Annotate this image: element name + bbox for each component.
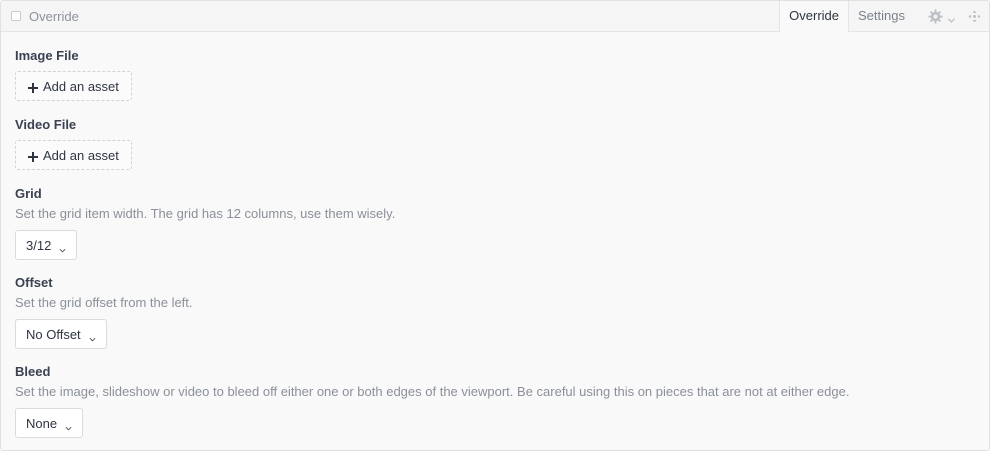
tab-override[interactable]: Override <box>779 1 850 32</box>
grid-select[interactable]: 3/12 <box>15 230 78 260</box>
gear-icon[interactable] <box>928 8 943 24</box>
bleed-help: Set the image, slideshow or video to ble… <box>15 384 850 399</box>
grid-field: Grid Set the grid item width. The grid h… <box>15 186 395 260</box>
block-header-left: Override <box>11 1 79 31</box>
image-file-field: Image File Add an asset <box>15 48 132 101</box>
content-block: Override Override Settings Image File Ad… <box>0 0 990 451</box>
block-header: Override Override Settings <box>1 1 989 32</box>
plus-icon <box>28 150 38 162</box>
bleed-field: Bleed Set the image, slideshow or video … <box>15 364 849 438</box>
offset-select-value: No Offset <box>26 326 81 342</box>
video-file-label: Video File <box>15 117 77 132</box>
video-file-field: Video File Add an asset <box>15 117 132 170</box>
chevron-down-icon[interactable] <box>947 12 956 23</box>
image-file-label: Image File <box>15 48 79 63</box>
bleed-select[interactable]: None <box>15 408 84 438</box>
add-image-asset-button[interactable]: Add an asset <box>15 71 132 101</box>
add-video-asset-label: Add an asset <box>43 147 119 163</box>
block-tabs: Override Settings <box>779 1 989 32</box>
move-icon[interactable] <box>968 9 981 23</box>
chevron-down-icon <box>89 331 96 342</box>
plus-icon <box>28 81 38 93</box>
offset-field: Offset Set the grid offset from the left… <box>15 275 193 349</box>
bleed-label: Bleed <box>15 364 51 379</box>
chevron-down-icon <box>59 242 66 253</box>
block-actions <box>914 1 989 31</box>
grid-label: Grid <box>15 186 42 201</box>
grid-select-value: 3/12 <box>26 237 52 253</box>
block-title: Override <box>29 8 79 24</box>
add-video-asset-button[interactable]: Add an asset <box>15 140 132 170</box>
add-image-asset-label: Add an asset <box>43 78 119 94</box>
select-checkbox[interactable] <box>11 11 21 21</box>
chevron-down-icon <box>65 420 72 431</box>
tab-settings[interactable]: Settings <box>849 1 914 31</box>
bleed-select-value: None <box>26 415 58 431</box>
offset-select[interactable]: No Offset <box>15 319 107 349</box>
offset-label: Offset <box>15 275 53 290</box>
offset-help: Set the grid offset from the left. <box>15 295 193 310</box>
grid-help: Set the grid item width. The grid has 12… <box>15 206 396 221</box>
